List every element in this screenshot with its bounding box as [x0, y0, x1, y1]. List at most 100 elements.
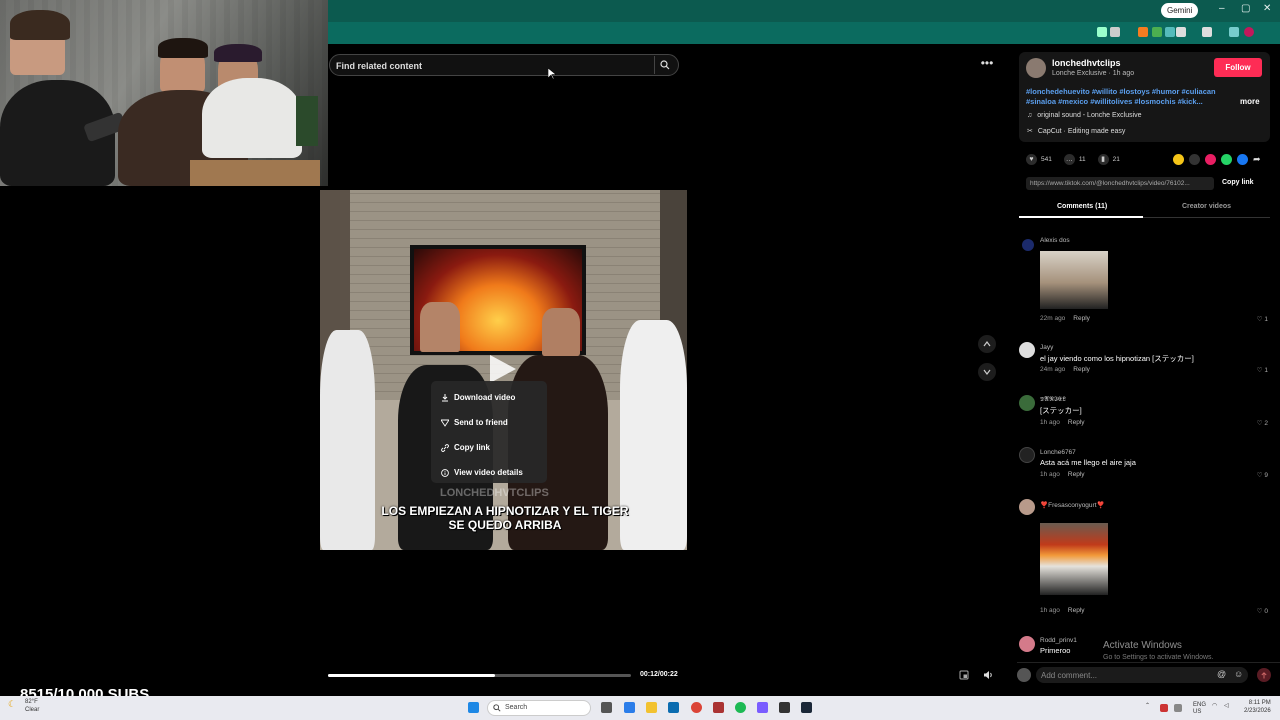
commenter-name[interactable]: Jayy: [1040, 344, 1053, 351]
comment-like-count: 1: [1264, 367, 1268, 374]
commenter-avatar[interactable]: [1022, 239, 1034, 251]
file-explorer-icon[interactable]: [646, 702, 657, 713]
more-link[interactable]: more: [1240, 97, 1260, 106]
extension-icon[interactable]: [1165, 27, 1175, 37]
mini-player-button[interactable]: [956, 667, 972, 683]
task-view-icon[interactable]: [601, 702, 612, 713]
reply-button[interactable]: Reply: [1073, 315, 1090, 322]
obs-icon[interactable]: [779, 702, 790, 713]
next-video-button[interactable]: [978, 363, 996, 381]
profile-avatar[interactable]: [1244, 27, 1254, 37]
comment-button[interactable]: … 11: [1063, 153, 1086, 165]
save-button[interactable]: ▮ 21: [1097, 153, 1120, 165]
reply-button[interactable]: Reply: [1068, 419, 1085, 426]
commenter-name[interactable]: Alexis dos: [1040, 237, 1070, 244]
play-icon[interactable]: [490, 355, 516, 383]
share-arrow-icon[interactable]: ➦: [1253, 154, 1264, 165]
steam-icon[interactable]: [801, 702, 812, 713]
embed-icon[interactable]: [1189, 154, 1200, 165]
share-send-icon[interactable]: [1205, 154, 1216, 165]
commenter-name[interactable]: ❣️Fresasconyogurt❣️: [1040, 501, 1105, 509]
commenter-avatar[interactable]: [1019, 447, 1035, 463]
post-comment-button[interactable]: [1257, 668, 1271, 682]
previous-video-button[interactable]: [978, 335, 996, 353]
tray-icon[interactable]: [1160, 704, 1168, 712]
app-icon[interactable]: [713, 702, 724, 713]
edge-icon[interactable]: [624, 702, 635, 713]
comment-like-button[interactable]: ♡ 1: [1257, 366, 1268, 374]
taskbar-search[interactable]: Search: [487, 700, 591, 716]
mention-icon[interactable]: @: [1217, 669, 1226, 679]
share-emoji-icon[interactable]: [1173, 154, 1184, 165]
spotify-icon[interactable]: [735, 702, 746, 713]
comment-image[interactable]: [1040, 523, 1108, 595]
person-body: [202, 78, 302, 158]
creator-avatar[interactable]: [1026, 58, 1046, 78]
activate-windows-subtitle: Go to Settings to activate Windows.: [1103, 654, 1214, 661]
search-input[interactable]: [336, 58, 646, 73]
commenter-avatar[interactable]: [1019, 395, 1035, 411]
comment-image[interactable]: [1040, 251, 1108, 309]
weather-widget[interactable]: ☾ 82°F Clear: [8, 699, 39, 713]
video-watermark: LONCHEDHVTCLIPS: [440, 487, 549, 499]
emoji-icon[interactable]: ☺: [1234, 669, 1243, 679]
extensions-puzzle-icon[interactable]: [1176, 27, 1186, 37]
more-options-button[interactable]: •••: [978, 56, 996, 70]
reply-button[interactable]: Reply: [1068, 607, 1085, 614]
facebook-icon[interactable]: [1237, 154, 1248, 165]
video-progress-bar[interactable]: [328, 674, 631, 677]
commenter-name[interactable]: Rodd_prinv1: [1040, 637, 1077, 644]
commenter-avatar[interactable]: [1019, 342, 1035, 358]
link-icon: [441, 443, 449, 452]
taskbar-search-label: Search: [505, 704, 528, 711]
store-icon[interactable]: [668, 702, 679, 713]
reply-button[interactable]: Reply: [1068, 471, 1085, 478]
comment-like-button[interactable]: ♡ 1: [1257, 315, 1268, 323]
comment-like-button[interactable]: ♡ 2: [1257, 419, 1268, 427]
creator-username[interactable]: lonchedhvtclips: [1052, 58, 1121, 68]
comment-text: Asta acá me llego el aire jaja: [1040, 458, 1136, 467]
menu-item-view-video-details[interactable]: View video details: [431, 460, 547, 485]
gemini-button[interactable]: Gemini: [1161, 3, 1199, 18]
video-player[interactable]: LONCHEDHVTCLIPS LOS EMPIEZAN A HIPNOTIZA…: [320, 190, 687, 550]
extension-icon[interactable]: [1229, 27, 1239, 37]
sound-row[interactable]: ♫ original sound - Lonche Exclusive: [1027, 112, 1142, 119]
commenter-avatar[interactable]: [1019, 636, 1035, 652]
search-button[interactable]: [654, 56, 674, 74]
commenter-avatar[interactable]: [1019, 499, 1035, 515]
like-button[interactable]: ♥ 541: [1026, 153, 1052, 165]
speaker-icon[interactable]: ◁: [1224, 702, 1229, 709]
taskbar-clock[interactable]: 8:11 PM 2/23/2026: [1244, 699, 1271, 715]
maximize-button[interactable]: ▢: [1241, 3, 1250, 14]
close-window-button[interactable]: ✕: [1263, 3, 1271, 14]
capcut-row[interactable]: ✂ CapCut · Editing made easy: [1027, 127, 1125, 136]
comment-like-button[interactable]: ♡ 9: [1257, 471, 1268, 479]
windows-start-icon[interactable]: [468, 702, 479, 713]
comment-like-button[interactable]: ♡ 0: [1257, 607, 1268, 615]
minimize-button[interactable]: –: [1219, 3, 1225, 14]
whatsapp-icon[interactable]: [1221, 154, 1232, 165]
menu-item-send-to-friend[interactable]: Send to friend: [431, 410, 547, 435]
wifi-icon[interactable]: ◠: [1212, 702, 1217, 709]
tray-icon[interactable]: [1174, 704, 1182, 712]
reply-button[interactable]: Reply: [1073, 366, 1090, 373]
menu-item-download-video[interactable]: Download video: [431, 385, 547, 410]
commenter-name[interactable]: 𝕯𝕬𝕹𝕴𝕰𝕷: [1040, 396, 1066, 404]
chrome-icon[interactable]: [691, 702, 702, 713]
volume-button[interactable]: [980, 667, 996, 683]
tab-creator-videos[interactable]: Creator videos: [1182, 203, 1231, 210]
discord-icon[interactable]: [757, 702, 768, 713]
extension-icon[interactable]: [1152, 27, 1162, 37]
star-icon[interactable]: [1110, 27, 1120, 37]
post-hashtags[interactable]: #lonchedehuevito #willito #lostoys #humo…: [1026, 87, 1236, 107]
menu-item-copy-link[interactable]: Copy link: [431, 435, 547, 460]
commenter-name[interactable]: Lonche6767: [1040, 449, 1076, 456]
extension-icon[interactable]: [1138, 27, 1148, 37]
tray-chevron-icon[interactable]: ⌃: [1145, 702, 1150, 709]
language-indicator[interactable]: ENG US: [1193, 702, 1206, 716]
sidebar-icon[interactable]: [1202, 27, 1212, 37]
follow-button[interactable]: Follow: [1214, 58, 1262, 77]
copy-link-button[interactable]: Copy link: [1222, 179, 1254, 186]
tab-comments[interactable]: Comments (11): [1057, 203, 1107, 210]
extension-icon[interactable]: [1097, 27, 1107, 37]
